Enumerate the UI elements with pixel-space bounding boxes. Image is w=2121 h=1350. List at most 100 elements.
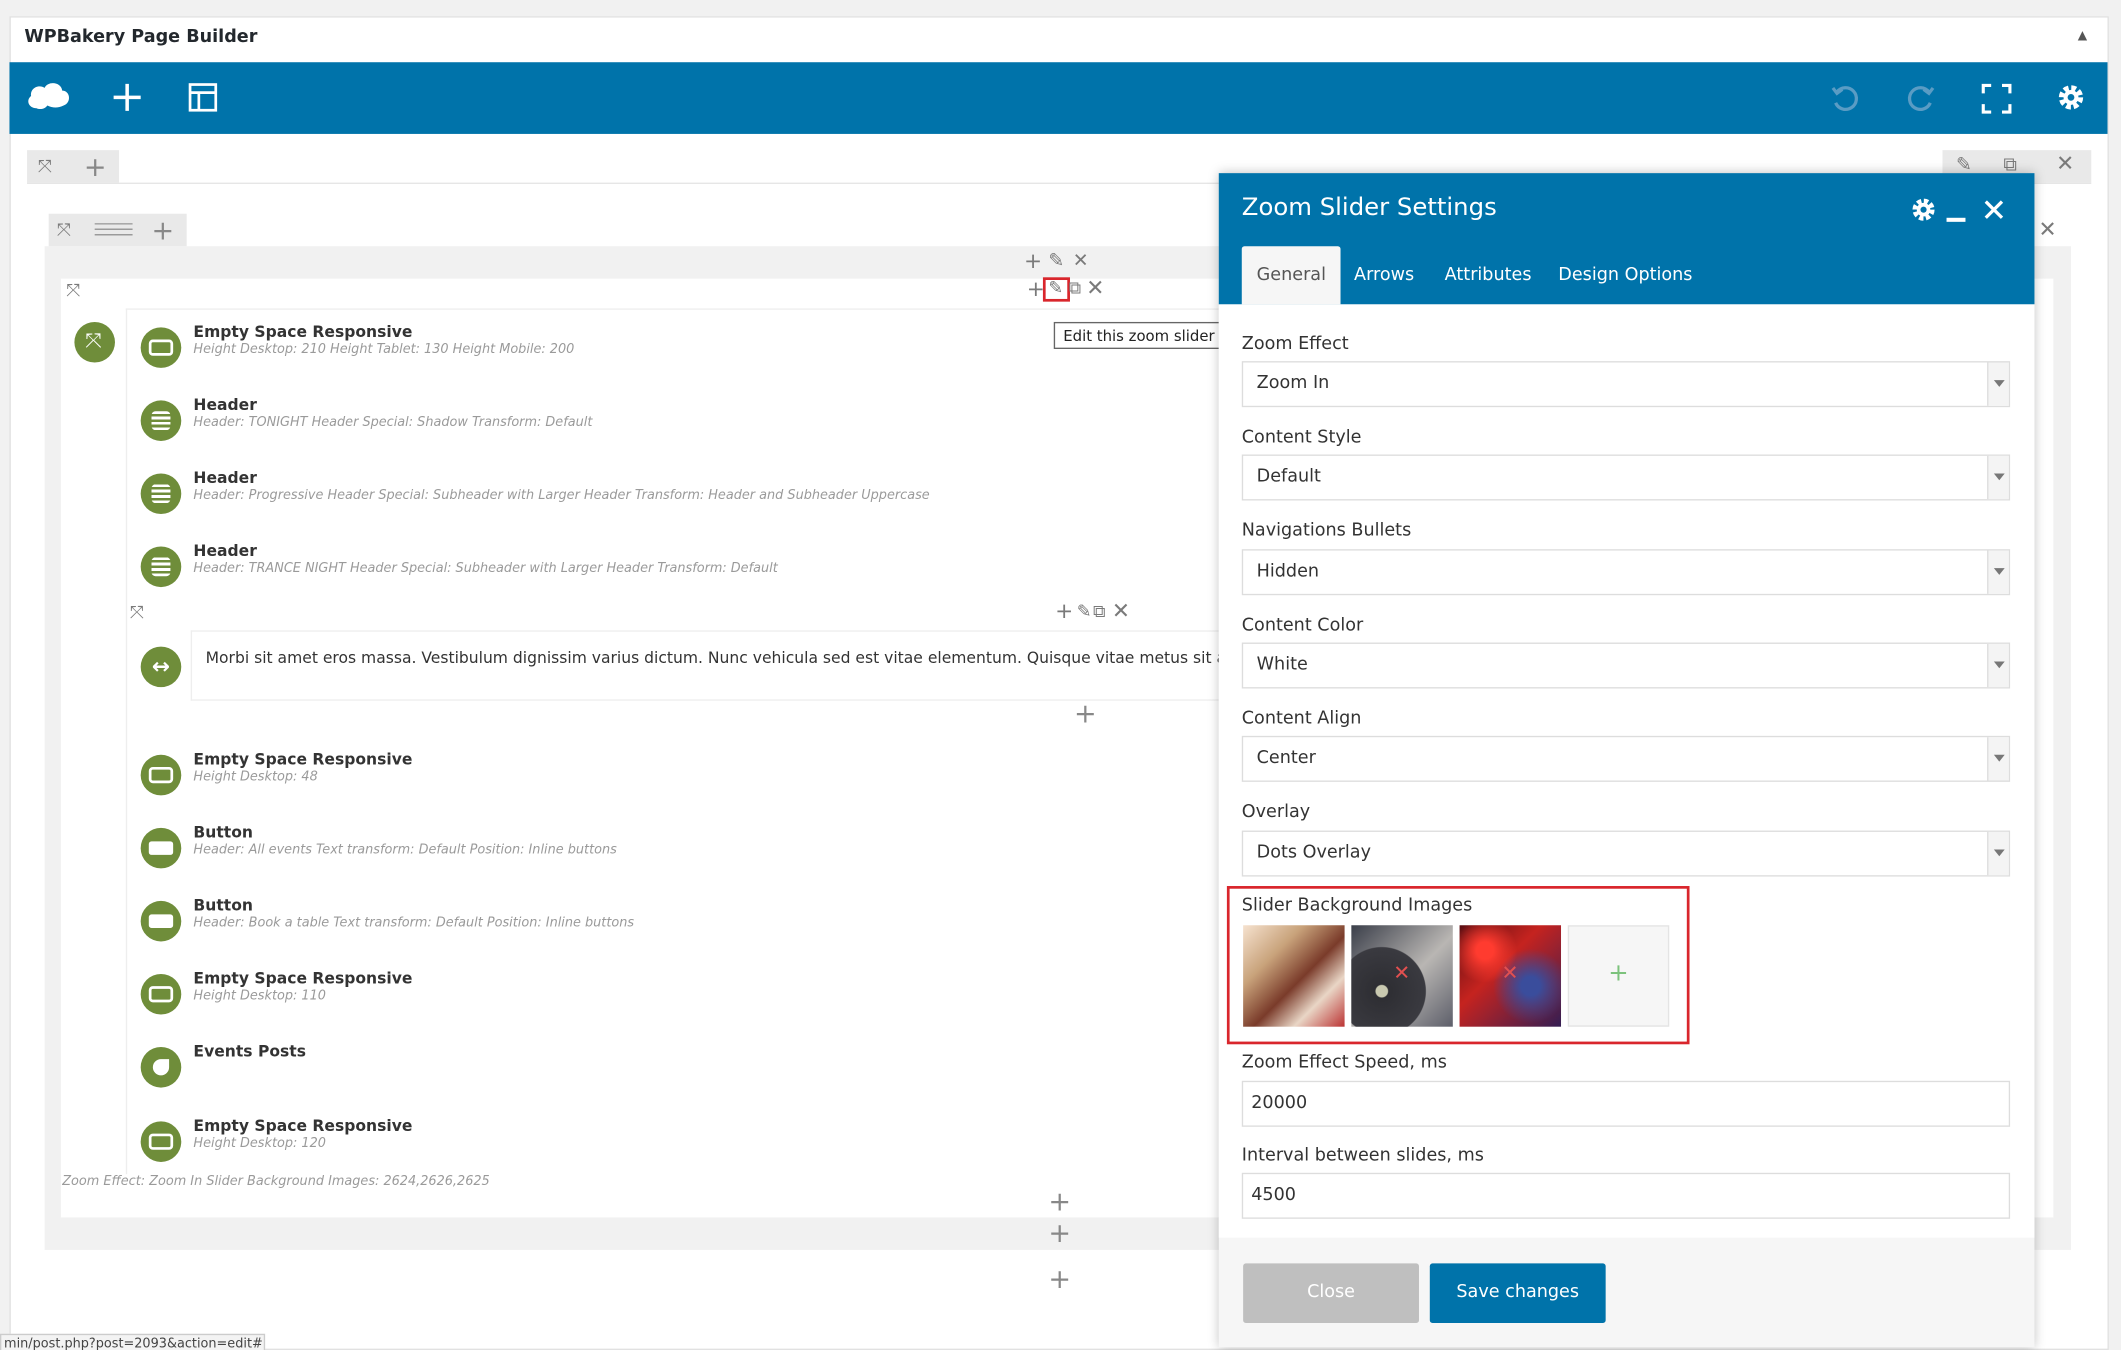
add-row-icon[interactable]: + bbox=[84, 153, 107, 180]
zoom-slider-settings-modal: Zoom Slider Settings General Arrows Attr… bbox=[1218, 173, 2035, 1348]
templates-icon[interactable] bbox=[188, 83, 218, 113]
tab-design-options[interactable]: Design Options bbox=[1543, 246, 1707, 304]
save-changes-button[interactable]: Save changes bbox=[1429, 1263, 1606, 1323]
status-url: min/post.php?post=2093&action=edit# bbox=[0, 1333, 266, 1350]
tab-arrows[interactable]: Arrows bbox=[1339, 246, 1429, 304]
element-name: Header bbox=[193, 394, 257, 414]
element-name: Empty Space Responsive bbox=[193, 749, 413, 769]
text-move-icon[interactable]: ⤧ bbox=[130, 603, 144, 625]
add-column-element-icon[interactable]: + bbox=[1048, 1219, 1071, 1246]
cloud-logo-icon[interactable] bbox=[26, 78, 72, 113]
empty-space-icon bbox=[140, 973, 182, 1015]
zoom-effect-select[interactable]: Zoom In bbox=[1241, 361, 2011, 408]
arrows-icon: ↔ bbox=[140, 646, 182, 688]
tab-general[interactable]: General bbox=[1241, 246, 1341, 305]
element-name: Button bbox=[193, 822, 254, 842]
text-block-content: Morbi sit amet eros massa. Vestibulum di… bbox=[205, 647, 1219, 667]
add-slider-element-icon[interactable]: + bbox=[1048, 1188, 1071, 1215]
element-row[interactable]: Empty Space Responsive Height Desktop: 1… bbox=[140, 1116, 1196, 1170]
text-delete-icon[interactable]: ✕ bbox=[1112, 600, 1130, 623]
add-image-button[interactable]: + bbox=[1567, 925, 1670, 1027]
bg-image-thumb-2[interactable]: ✕ bbox=[1351, 925, 1453, 1027]
element-row[interactable]: Empty Space Responsive Height Desktop: 1… bbox=[140, 969, 1196, 1023]
close-button[interactable]: Close bbox=[1243, 1263, 1419, 1323]
element-row[interactable]: Header Header: TONIGHT Header Special: S… bbox=[140, 394, 1196, 449]
content-color-value: White bbox=[1256, 654, 1308, 675]
text-add-below-icon[interactable]: + bbox=[1074, 699, 1097, 726]
interval-label: Interval between slides, ms bbox=[1241, 1145, 1484, 1167]
element-desc: Header: All events Text transform: Defau… bbox=[193, 842, 617, 858]
text-edit-icon[interactable]: ✎ bbox=[1077, 602, 1092, 624]
element-name: Empty Space Responsive bbox=[193, 321, 413, 341]
nav-bullets-select[interactable]: Hidden bbox=[1241, 549, 2011, 596]
empty-space-icon bbox=[140, 327, 182, 368]
element-name: Header bbox=[193, 468, 257, 487]
text-add-icon[interactable]: + bbox=[1055, 600, 1073, 623]
bg-image-thumb-3[interactable]: ✕ bbox=[1459, 925, 1562, 1027]
modal-title: Zoom Slider Settings bbox=[1241, 193, 1497, 222]
inner-move-icon[interactable]: ⤧ bbox=[57, 220, 71, 242]
delete-row-icon[interactable]: ✕ bbox=[2056, 152, 2074, 175]
chevron-down-icon bbox=[1987, 831, 2009, 876]
move-icon[interactable]: ⤧ bbox=[38, 157, 52, 179]
content-style-select[interactable]: Default bbox=[1241, 454, 2011, 501]
element-row[interactable]: Button Header: All events Text transform… bbox=[140, 822, 1196, 876]
remove-image-icon[interactable]: ✕ bbox=[1393, 960, 1410, 984]
slider-move-icon[interactable]: ⤧ bbox=[66, 281, 80, 303]
content-color-label: Content Color bbox=[1241, 615, 1364, 636]
column-delete-icon[interactable]: ✕ bbox=[1073, 250, 1089, 272]
bg-image-thumb-1[interactable] bbox=[1243, 925, 1345, 1027]
chevron-down-icon bbox=[1987, 455, 2009, 500]
add-row-element-icon[interactable]: + bbox=[1048, 1265, 1071, 1292]
chevron-down-icon bbox=[1987, 643, 2009, 688]
content-align-value: Center bbox=[1256, 748, 1316, 769]
element-row[interactable]: Button Header: Book a table Text transfo… bbox=[140, 895, 1196, 949]
element-desc: Height Desktop: 48 bbox=[193, 769, 318, 785]
inner-add-icon[interactable]: + bbox=[152, 216, 175, 243]
pencil-icon: ✎ bbox=[1048, 278, 1064, 299]
close-icon[interactable] bbox=[1983, 199, 2005, 221]
element-desc: Height Desktop: 120 bbox=[193, 1136, 326, 1152]
header-icon bbox=[140, 400, 182, 441]
column-edit-icon[interactable]: ✎ bbox=[1048, 250, 1064, 272]
chevron-down-icon bbox=[1987, 362, 2009, 406]
zoom-effect-value: Zoom In bbox=[1256, 373, 1330, 394]
text-clone-icon[interactable]: ⧉ bbox=[1093, 602, 1106, 624]
slider-left-border bbox=[125, 308, 128, 1175]
modal-gear-icon[interactable] bbox=[1910, 196, 1937, 223]
redo-icon[interactable] bbox=[1906, 84, 1936, 114]
delete-slider-icon[interactable]: ✕ bbox=[1086, 277, 1104, 299]
chevron-down-icon bbox=[1987, 737, 2009, 781]
content-style-label: Content Style bbox=[1241, 427, 1362, 448]
content-align-select[interactable]: Center bbox=[1241, 735, 2011, 782]
minimize-icon[interactable] bbox=[1946, 217, 1966, 222]
interval-input[interactable]: 4500 bbox=[1241, 1172, 2011, 1219]
tab-attributes[interactable]: Attributes bbox=[1430, 246, 1547, 304]
inner-delete-icon[interactable]: ✕ bbox=[2039, 218, 2057, 241]
layout-icon[interactable] bbox=[94, 223, 133, 240]
element-desc: Height Desktop: 210 Height Tablet: 130 H… bbox=[193, 342, 575, 358]
add-element-icon[interactable] bbox=[112, 83, 142, 113]
button-icon bbox=[140, 900, 182, 942]
element-row[interactable]: Empty Space Responsive Height Desktop: 4… bbox=[140, 749, 1196, 803]
nav-bullets-label: Navigations Bullets bbox=[1241, 520, 1412, 542]
metabox-toggle-icon[interactable]: ▲ bbox=[2078, 30, 2087, 44]
element-desc: Header: TRANCE NIGHT Header Special: Sub… bbox=[193, 561, 778, 577]
element-desc: Header: Progressive Header Special: Subh… bbox=[193, 488, 930, 504]
overlay-select[interactable]: Dots Overlay bbox=[1241, 830, 2011, 877]
element-row[interactable]: Events Posts bbox=[140, 1042, 1196, 1096]
undo-icon[interactable] bbox=[1830, 84, 1860, 114]
clone-slider-icon[interactable]: ⧉ bbox=[1069, 279, 1082, 301]
remove-image-icon[interactable]: ✕ bbox=[1501, 960, 1518, 984]
element-row[interactable]: Header Header: Progressive Header Specia… bbox=[140, 468, 1196, 522]
metabox-title: WPBakery Page Builder bbox=[24, 27, 258, 48]
column-add-icon[interactable]: + bbox=[1024, 250, 1042, 272]
content-color-select[interactable]: White bbox=[1241, 642, 2011, 689]
zoom-speed-input[interactable]: 20000 bbox=[1241, 1080, 2011, 1127]
element-row[interactable]: Empty Space Responsive Height Desktop: 2… bbox=[140, 321, 1196, 376]
header-icon bbox=[140, 473, 182, 515]
element-row[interactable]: Header Header: TRANCE NIGHT Header Speci… bbox=[140, 541, 1196, 595]
settings-gear-icon[interactable] bbox=[2056, 83, 2086, 113]
element-name: Button bbox=[193, 895, 254, 915]
fullscreen-icon[interactable] bbox=[1981, 83, 2012, 114]
